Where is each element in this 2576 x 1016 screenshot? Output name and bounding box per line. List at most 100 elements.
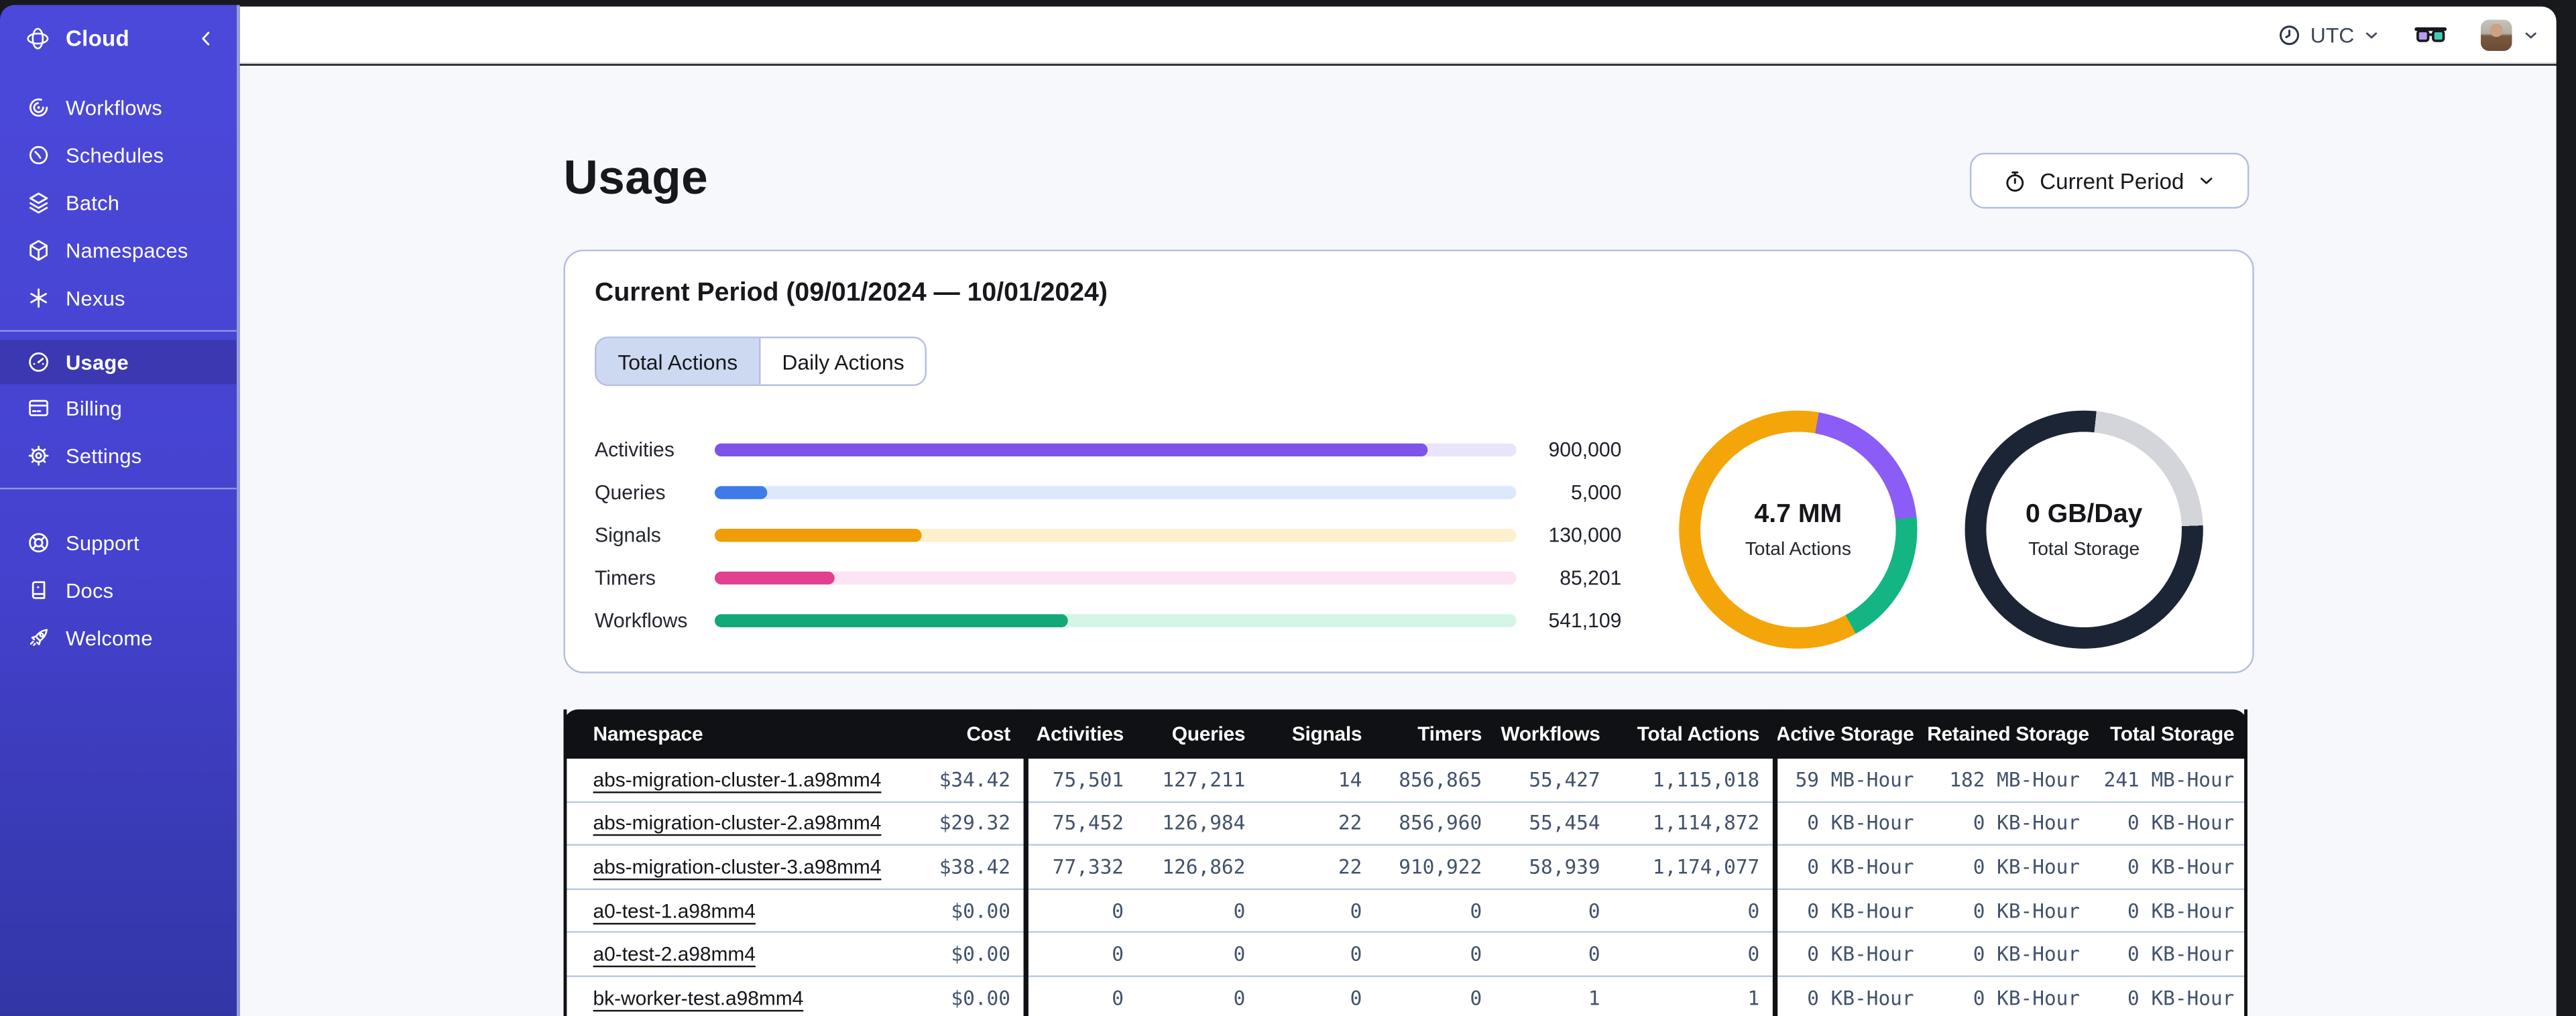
timers-cell: 910,922 bbox=[1399, 855, 1482, 879]
sidebar-item-billing[interactable]: Billing bbox=[0, 384, 237, 432]
column-header: Workflows bbox=[1501, 722, 1600, 746]
total-storage-cell: 0 KB-Hour bbox=[2127, 812, 2235, 835]
namespace-link[interactable]: bk-worker-test.a98mm4 bbox=[593, 987, 804, 1009]
sidebar-item-usage[interactable]: Usage bbox=[0, 340, 237, 385]
actions-tab-group: Total Actions Daily Actions bbox=[595, 336, 928, 386]
tab-daily-actions[interactable]: Daily Actions bbox=[760, 338, 926, 385]
sidebar-item-nexus[interactable]: Nexus bbox=[0, 274, 237, 322]
sidebar-item-batch[interactable]: Batch bbox=[0, 179, 237, 227]
signals-cell: 22 bbox=[1338, 855, 1362, 879]
bar-row-workflows: Workflows 541,109 bbox=[595, 599, 1621, 642]
sidebar-item-namespaces[interactable]: Namespaces bbox=[0, 227, 237, 274]
support-icon bbox=[25, 530, 51, 555]
namespace-cell: abs-migration-cluster-1.a98mm4 bbox=[563, 768, 892, 791]
queries-cell: 0 bbox=[1233, 987, 1246, 1010]
activities-cell: 0 bbox=[1112, 942, 1124, 966]
main-content: Usage Current Period Current Period (09/… bbox=[239, 66, 2557, 1016]
timers-cell: 856,960 bbox=[1399, 812, 1482, 835]
sidebar-item-settings[interactable]: Settings bbox=[0, 432, 237, 479]
namespace-link[interactable]: a0-test-1.a98mm4 bbox=[593, 899, 756, 922]
active-storage-cell: 0 KB-Hour bbox=[1807, 987, 1914, 1010]
sidebar-divider bbox=[0, 487, 237, 490]
column-header: Retained Storage bbox=[1927, 722, 2089, 746]
period-selector-label: Current Period bbox=[2040, 168, 2184, 193]
column-header: Signals bbox=[1291, 722, 1362, 746]
table-divider-cost bbox=[1023, 709, 1028, 1016]
retained-storage-cell: 0 KB-Hour bbox=[1973, 942, 2081, 966]
activities-cell: 77,332 bbox=[1052, 855, 1124, 879]
timers-cell: 0 bbox=[1470, 899, 1482, 923]
active-storage-cell: 0 KB-Hour bbox=[1807, 812, 1914, 835]
demo-mode-button[interactable] bbox=[2413, 22, 2447, 47]
column-header: Total Actions bbox=[1637, 722, 1760, 746]
bar-track bbox=[714, 528, 1517, 543]
table-header-row: Namespace Cost Activities Queries Signal… bbox=[563, 709, 2248, 759]
workflows-cell: 58,939 bbox=[1529, 855, 1600, 879]
table-row: abs-migration-cluster-2.a98mm4 $29.32 75… bbox=[563, 802, 2248, 846]
namespace-cell: bk-worker-test.a98mm4 bbox=[563, 987, 892, 1009]
total-actions-cell: 1,174,077 bbox=[1652, 855, 1760, 879]
total-storage-cell: 0 KB-Hour bbox=[2127, 899, 2235, 923]
signals-cell: 0 bbox=[1350, 899, 1362, 923]
retained-storage-cell: 182 MB-Hour bbox=[1949, 768, 2081, 791]
retained-storage-cell: 0 KB-Hour bbox=[1973, 987, 2081, 1010]
bar-label: Signals bbox=[595, 523, 661, 547]
sidebar-item-label: Billing bbox=[66, 396, 123, 420]
signals-cell: 22 bbox=[1338, 812, 1362, 835]
cost-cell: $0.00 bbox=[951, 942, 1010, 966]
account-menu-button[interactable] bbox=[2480, 19, 2540, 50]
namespaces-icon bbox=[25, 238, 51, 263]
sidebar-item-label: Batch bbox=[66, 191, 120, 214]
column-header: Namespace bbox=[593, 722, 703, 746]
bar-fill bbox=[714, 442, 1429, 457]
table-border-left bbox=[563, 709, 567, 1016]
bar-value: 900,000 bbox=[1548, 438, 1622, 462]
cost-cell: $0.00 bbox=[951, 987, 1010, 1010]
namespace-link[interactable]: abs-migration-cluster-1.a98mm4 bbox=[593, 768, 882, 791]
sidebar-item-welcome[interactable]: Welcome bbox=[0, 614, 237, 661]
namespace-link[interactable]: a0-test-2.a98mm4 bbox=[593, 943, 756, 966]
table-row: a0-test-2.a98mm4 $0.00 0 0 0 0 0 0 0 KB-… bbox=[563, 933, 2248, 977]
chevron-left-icon bbox=[196, 27, 217, 48]
sidebar-item-label: Welcome bbox=[66, 626, 153, 650]
bar-value: 130,000 bbox=[1548, 523, 1622, 547]
namespace-link[interactable]: abs-migration-cluster-3.a98mm4 bbox=[593, 856, 882, 879]
active-storage-cell: 0 KB-Hour bbox=[1807, 942, 1914, 966]
timezone-label: UTC bbox=[2310, 22, 2355, 47]
queries-cell: 0 bbox=[1233, 942, 1246, 966]
namespace-link[interactable]: abs-migration-cluster-2.a98mm4 bbox=[593, 812, 882, 834]
sidebar-item-support[interactable]: Support bbox=[0, 519, 237, 566]
table-border-right bbox=[2243, 709, 2248, 1016]
sidebar-item-workflows[interactable]: Workflows bbox=[0, 84, 237, 131]
signals-cell: 0 bbox=[1350, 987, 1362, 1010]
bar-track bbox=[714, 571, 1517, 585]
bar-row-queries: Queries 5,000 bbox=[595, 471, 1621, 514]
total-storage-cell: 0 KB-Hour bbox=[2127, 942, 2235, 966]
column-header: Active Storage bbox=[1775, 722, 1914, 746]
timezone-selector[interactable]: UTC bbox=[2278, 22, 2381, 47]
column-header: Activities bbox=[1036, 722, 1124, 746]
sidebar-nav-main: Workflows Schedules Batch Namespaces Nex… bbox=[0, 84, 237, 322]
activities-cell: 0 bbox=[1112, 987, 1124, 1010]
namespace-cell: abs-migration-cluster-3.a98mm4 bbox=[563, 856, 892, 879]
period-selector-button[interactable]: Current Period bbox=[1969, 152, 2249, 209]
temporal-orbit-icon bbox=[25, 24, 51, 52]
sidebar-collapse-button[interactable] bbox=[192, 24, 221, 52]
cost-cell: $29.32 bbox=[939, 812, 1010, 835]
bar-value: 5,000 bbox=[1571, 481, 1622, 505]
sidebar-item-label: Support bbox=[66, 531, 139, 554]
sidebar-item-docs[interactable]: Docs bbox=[0, 566, 237, 614]
bar-fill bbox=[714, 485, 768, 500]
table-row: a0-test-1.a98mm4 $0.00 0 0 0 0 0 0 0 KB-… bbox=[563, 889, 2248, 934]
chevron-down-icon bbox=[2363, 25, 2381, 44]
activities-cell: 75,452 bbox=[1052, 812, 1124, 835]
batch-icon bbox=[25, 190, 51, 215]
donut-value: 4.7 MM bbox=[1754, 500, 1842, 528]
glasses-icon bbox=[2413, 22, 2447, 47]
sidebar-item-label: Settings bbox=[66, 444, 142, 468]
sidebar-item-schedules[interactable]: Schedules bbox=[0, 131, 237, 179]
table-row: bk-worker-test.a98mm4 $0.00 0 0 0 0 1 1 … bbox=[563, 976, 2248, 1016]
topbar: UTC bbox=[239, 6, 2557, 64]
tab-total-actions[interactable]: Total Actions bbox=[596, 338, 761, 385]
bar-label: Queries bbox=[595, 481, 666, 505]
